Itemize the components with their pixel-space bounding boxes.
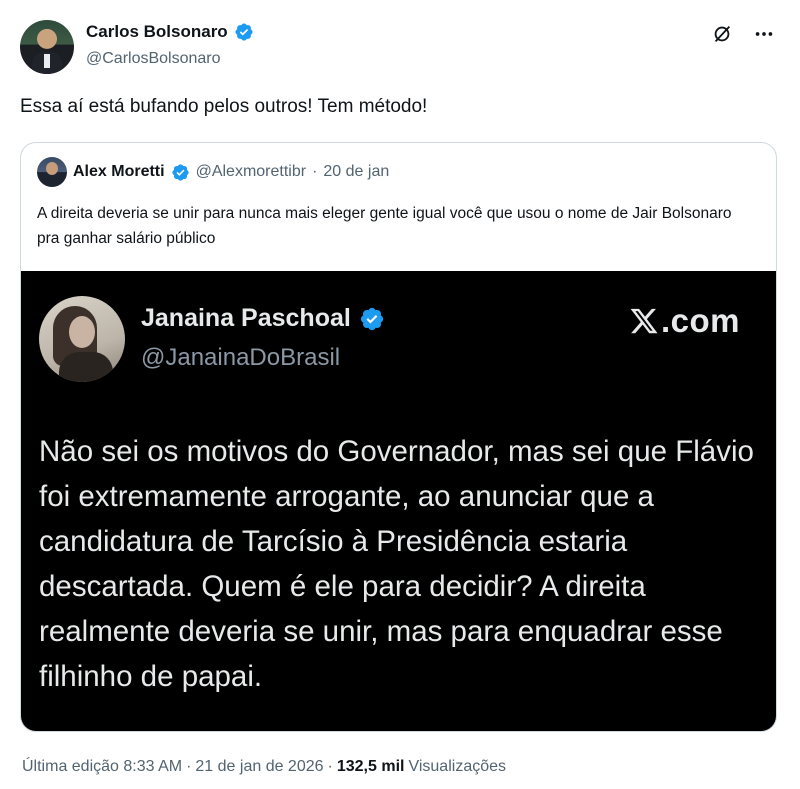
post-date[interactable]: 21 de jan de 2026: [195, 758, 323, 776]
verified-badge-icon: [235, 23, 253, 41]
quoted-header: Alex Moretti @Alexmorettibr · 20 de jan: [37, 157, 389, 187]
grok-slash-icon[interactable]: [710, 22, 734, 46]
media-author-name: Janaina Paschoal: [141, 304, 351, 332]
author-name-row: Carlos Bolsonaro: [86, 22, 254, 42]
author-handle[interactable]: @CarlosBolsonaro: [86, 50, 221, 68]
views-label: Visualizações: [408, 758, 507, 775]
x-brand-logo: .com: [629, 302, 740, 340]
separator-dot: ·: [186, 758, 192, 775]
separator-dot: ·: [327, 758, 333, 775]
verified-badge-icon: [171, 163, 189, 181]
quoted-tweet[interactable]: Alex Moretti @Alexmorettibr · 20 de jan …: [20, 142, 777, 732]
more-icon[interactable]: [752, 22, 776, 46]
author-avatar[interactable]: [20, 20, 74, 74]
quoted-author-name: Alex Moretti: [73, 163, 165, 180]
tweet-text: Essa aí está bufando pelos outros! Tem m…: [20, 96, 428, 117]
views-count: 132,5 mil: [336, 758, 405, 775]
verified-badge-icon: [360, 307, 383, 330]
media-author-avatar: [39, 296, 125, 382]
author-name[interactable]: Carlos Bolsonaro: [86, 22, 228, 42]
media-author-handle: @JanainaDoBrasil: [141, 344, 341, 371]
quoted-author-handle: @Alexmorettibr: [195, 163, 307, 180]
quoted-text: A direita deveria se unir para nunca mai…: [37, 205, 732, 247]
top-actions: [710, 22, 776, 46]
quoted-media-image[interactable]: Janaina Paschoal @JanainaDoBrasil .com N…: [21, 271, 776, 731]
quoted-author-avatar: [37, 157, 67, 187]
x-brand-text: .com: [660, 302, 740, 339]
x-logo-icon: [630, 308, 658, 334]
quoted-date: 20 de jan: [323, 163, 390, 180]
separator-dot: ·: [312, 163, 318, 180]
media-name-row: Janaina Paschoal: [141, 304, 385, 333]
media-post-text: Não sei os motivos do Governador, mas se…: [39, 435, 754, 693]
tweet-card: Carlos Bolsonaro @CarlosBolsonaro Essa a…: [0, 0, 800, 789]
tweet-metadata: Última edição 8:33 AM · 21 de jan de 202…: [22, 758, 506, 776]
edited-label[interactable]: Última edição 8:33 AM: [22, 758, 182, 776]
